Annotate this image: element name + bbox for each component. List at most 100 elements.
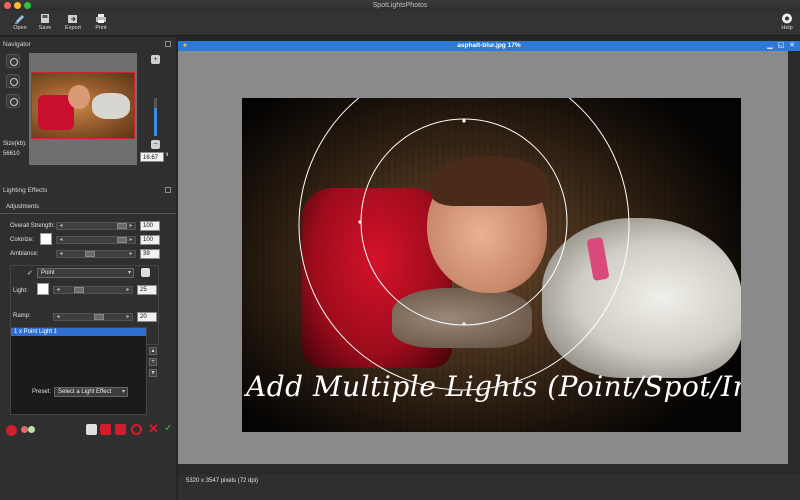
maximize-window-button[interactable] — [24, 2, 31, 9]
slider-left-arrow-icon[interactable]: ◂ — [58, 223, 64, 229]
print-button[interactable]: Print — [88, 13, 114, 35]
light-handle[interactable] — [462, 322, 466, 326]
ramp-label: Ramp: — [13, 313, 31, 319]
navigator-expand-icon[interactable] — [165, 41, 171, 47]
light-visibility-icon[interactable] — [141, 268, 150, 277]
lights-list[interactable]: 1 x Point Light 1 — [10, 327, 147, 415]
export-button[interactable]: Export — [60, 13, 86, 35]
horizontal-scrollbar[interactable] — [178, 464, 788, 474]
import-light-icon[interactable] — [100, 424, 111, 435]
open-icon — [15, 15, 24, 24]
zoom-slider[interactable]: + − — [151, 53, 163, 165]
slider-knob[interactable] — [117, 237, 127, 243]
overall-strength-label: Overall Strength: — [10, 223, 56, 229]
slider-left-arrow-icon[interactable]: ◂ — [55, 287, 61, 293]
chevron-down-icon: ▾ — [121, 389, 125, 395]
light-type-select[interactable]: Point ▾ — [37, 268, 134, 278]
slider-knob[interactable] — [94, 314, 104, 320]
preset-select[interactable]: Select a Light Effect ▾ — [54, 387, 128, 397]
chevron-down-icon: ▾ — [127, 270, 131, 276]
open-label: Open — [13, 25, 27, 31]
light-color-swatch[interactable] — [37, 283, 49, 295]
status-bar: 5320 x 3547 pixels (72 dpi) — [178, 474, 800, 500]
vertical-scrollbar[interactable] — [788, 51, 800, 474]
slider-right-arrow-icon[interactable]: ▸ — [128, 251, 134, 257]
zoom-value-field[interactable]: 16.67 — [140, 152, 164, 162]
export-light-icon[interactable] — [115, 424, 126, 435]
zoom-slider-fill — [154, 107, 157, 136]
preset-label: Preset: — [32, 389, 52, 395]
ambiance-slider[interactable]: ◂ ▸ — [56, 250, 136, 258]
close-window-button[interactable] — [4, 2, 11, 9]
export-icon — [68, 15, 77, 23]
zoom-out-button[interactable]: − — [151, 140, 160, 149]
bug-icon[interactable] — [6, 425, 17, 436]
apply-check-icon[interactable]: ✓ — [164, 423, 172, 434]
help-label: Help — [781, 25, 793, 31]
ambiance-value[interactable]: 39 — [140, 249, 160, 259]
slider-left-arrow-icon[interactable]: ◂ — [55, 314, 61, 320]
colorize-label: Colorize: — [10, 237, 34, 243]
close-icon[interactable]: ✕ — [788, 42, 796, 50]
save-button[interactable]: Save — [32, 13, 58, 35]
tab-adjustments[interactable]: Adjustments — [0, 202, 176, 214]
overall-strength-slider[interactable]: ◂ ▸ — [56, 222, 136, 230]
compare-dot-icon[interactable] — [28, 426, 35, 433]
ramp-slider[interactable]: ◂ ▸ — [53, 313, 133, 321]
zoom-fill-icon[interactable] — [6, 74, 20, 88]
light-outer-ring[interactable] — [298, 98, 630, 391]
minimize-window-button[interactable] — [14, 2, 21, 9]
image-window-titlebar[interactable]: ● asphalt-blur.jpg 17% ▁ ◱ ✕ — [178, 41, 800, 51]
slider-right-arrow-icon[interactable]: ▸ — [128, 237, 134, 243]
light-handle[interactable] — [462, 119, 466, 123]
add-light-button[interactable]: + — [149, 358, 157, 366]
slider-right-arrow-icon[interactable]: ▸ — [125, 314, 131, 320]
light-slider[interactable]: ◂ ▸ — [53, 286, 133, 294]
save-icon — [41, 14, 49, 23]
photo-preview[interactable]: Add Multiple Lights (Point/Spot/Infinite… — [242, 98, 741, 432]
lighting-expand-icon[interactable] — [165, 187, 171, 193]
list-item[interactable]: 1 x Point Light 1 — [11, 328, 146, 336]
zoom-in-button[interactable]: + — [151, 55, 160, 64]
minimize-icon[interactable]: ▁ — [766, 42, 774, 50]
move-up-button[interactable]: ▴ — [149, 347, 157, 355]
navigator-thumbnail[interactable] — [29, 53, 137, 165]
thumbnail-image — [31, 72, 135, 139]
size-label: Size(kb): — [3, 141, 27, 147]
overall-strength-value[interactable]: 100 — [140, 221, 160, 231]
slider-knob[interactable] — [85, 251, 95, 257]
main-toolbar: Open Save Export Print Help — [0, 11, 800, 36]
colorize-value[interactable]: 100 — [140, 235, 160, 245]
help-button[interactable]: Help — [774, 13, 800, 35]
zoom-fit-icon[interactable] — [6, 54, 20, 68]
light-inner-ring[interactable] — [360, 118, 568, 326]
slider-left-arrow-icon[interactable]: ◂ — [58, 237, 64, 243]
image-dimensions: 5320 x 3547 pixels (72 dpi) — [186, 478, 259, 484]
zoom-actual-icon[interactable] — [6, 94, 20, 108]
navigator-title: Navigator — [3, 41, 31, 48]
zoom-stepper-icon[interactable]: ⬍ — [165, 152, 169, 158]
delete-icon[interactable]: ✕ — [148, 421, 159, 437]
ambiance-label: Ambiance: — [10, 251, 39, 257]
slider-knob[interactable] — [74, 287, 84, 293]
app-title: SpotLightsPhotos — [372, 2, 428, 9]
slider-right-arrow-icon[interactable]: ▸ — [128, 223, 134, 229]
undo-icon[interactable] — [86, 424, 97, 435]
export-label: Export — [65, 25, 81, 31]
light-enabled-checkbox[interactable]: ✓ — [27, 270, 34, 277]
light-handle[interactable] — [358, 220, 362, 224]
ramp-value[interactable]: 20 — [137, 312, 157, 322]
slider-right-arrow-icon[interactable]: ▸ — [125, 287, 131, 293]
open-button[interactable]: Open — [7, 13, 33, 35]
restore-icon[interactable]: ◱ — [777, 42, 785, 50]
light-value[interactable]: 25 — [137, 285, 157, 295]
reset-dot-icon[interactable] — [21, 426, 28, 433]
zoom-slider-track[interactable] — [154, 98, 157, 136]
print-icon — [96, 14, 106, 23]
slider-left-arrow-icon[interactable]: ◂ — [58, 251, 64, 257]
move-down-button[interactable]: ▾ — [149, 369, 157, 377]
refresh-icon[interactable] — [131, 424, 142, 435]
colorize-slider[interactable]: ◂ ▸ — [56, 236, 136, 244]
colorize-swatch[interactable] — [40, 233, 52, 245]
slider-knob[interactable] — [117, 223, 127, 229]
